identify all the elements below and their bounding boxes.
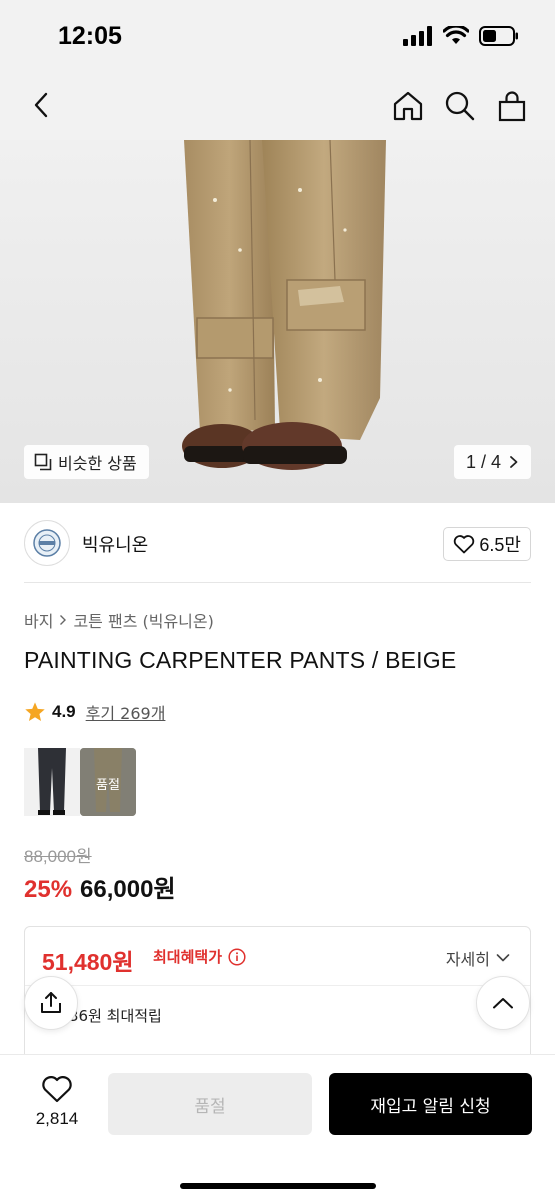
brand-logo[interactable]	[24, 520, 70, 566]
star-icon	[25, 702, 45, 721]
info-icon[interactable]	[228, 947, 246, 966]
bottom-bar: 2,814 품절 재입고 알림 신청	[0, 1054, 555, 1200]
chevron-down-icon	[496, 954, 510, 962]
color-option-black[interactable]	[24, 748, 80, 816]
soldout-button: 품절	[108, 1073, 312, 1135]
soldout-swatch-label: 품절	[96, 778, 120, 793]
benefit-box[interactable]: 51,480원 최대혜택가 자세히 36원 최대적립	[24, 926, 531, 1066]
similar-label: 비슷한 상품	[58, 454, 137, 473]
brand-row: 빅유니온 6.5만	[24, 503, 531, 583]
status-bar: 12:05	[0, 0, 555, 76]
bag-button[interactable]	[495, 86, 529, 126]
wish-button[interactable]: 2,814	[28, 1075, 86, 1129]
benefit-detail-toggle[interactable]: 자세히	[446, 946, 510, 970]
max-benefit-label: 최대혜택가	[153, 946, 246, 967]
chevron-right-icon	[510, 456, 518, 468]
price-row: 25% 66,000원	[24, 869, 176, 904]
home-indicator	[180, 1183, 376, 1189]
scroll-top-button[interactable]	[476, 976, 530, 1030]
home-button[interactable]	[391, 86, 425, 126]
share-icon	[41, 992, 61, 1013]
swatch-black-image	[38, 748, 66, 815]
brand-like-button[interactable]: 6.5만	[443, 527, 531, 561]
product-image[interactable]: 비슷한 상품 1 / 4	[0, 140, 555, 503]
battery-icon	[479, 26, 518, 46]
original-price: 88,000원	[24, 847, 92, 866]
rating-row: 4.9 후기 269개	[24, 700, 165, 724]
search-button[interactable]	[443, 86, 477, 126]
nav-actions	[391, 86, 529, 126]
search-icon	[445, 91, 475, 121]
heart-icon	[454, 535, 475, 554]
status-time: 12:05	[58, 22, 122, 50]
similar-products-button[interactable]: 비슷한 상품	[24, 445, 149, 479]
brand-name[interactable]: 빅유니온	[82, 531, 148, 557]
color-options: 품절	[24, 748, 136, 816]
product-title: PAINTING CARPENTER PANTS / BEIGE	[24, 647, 457, 673]
max-benefit-text: 최대혜택가	[153, 948, 223, 966]
similar-icon	[34, 453, 52, 471]
restock-alert-button[interactable]: 재입고 알림 신청	[329, 1073, 532, 1135]
chevron-up-icon	[493, 998, 513, 1009]
back-button[interactable]	[26, 88, 62, 124]
review-link[interactable]: 후기 269개	[86, 700, 166, 724]
chevron-right-icon	[60, 615, 67, 625]
status-icons	[403, 26, 519, 46]
bag-icon	[498, 91, 526, 122]
breadcrumb: 바지 코튼 팬츠 (빅유니온)	[24, 608, 214, 632]
brand-logo-icon	[33, 529, 61, 557]
benefit-divider	[25, 985, 530, 986]
breadcrumb-subcategory[interactable]: 코튼 팬츠 (빅유니온)	[73, 608, 213, 632]
signal-icon	[403, 26, 432, 46]
back-icon	[34, 92, 48, 118]
breadcrumb-category[interactable]: 바지	[24, 608, 53, 632]
wish-count: 2,814	[35, 1109, 79, 1128]
page-indicator-text: 1 / 4	[465, 451, 501, 472]
rating-value: 4.9	[52, 702, 76, 721]
image-page-indicator[interactable]: 1 / 4	[453, 445, 531, 479]
sale-price: 66,000원	[80, 876, 176, 903]
heart-icon	[42, 1076, 72, 1103]
share-button[interactable]	[24, 976, 78, 1030]
max-benefit-price: 51,480원	[42, 949, 134, 975]
discount-rate: 25%	[24, 876, 73, 903]
nav-bar	[0, 76, 555, 140]
color-option-beige[interactable]: 품절	[80, 748, 136, 816]
home-icon	[393, 91, 423, 121]
wifi-icon	[443, 26, 469, 44]
benefit-detail-label: 자세히	[445, 950, 490, 969]
brand-like-count: 6.5만	[479, 535, 521, 555]
points-text: 36원 최대적립	[69, 1007, 162, 1025]
